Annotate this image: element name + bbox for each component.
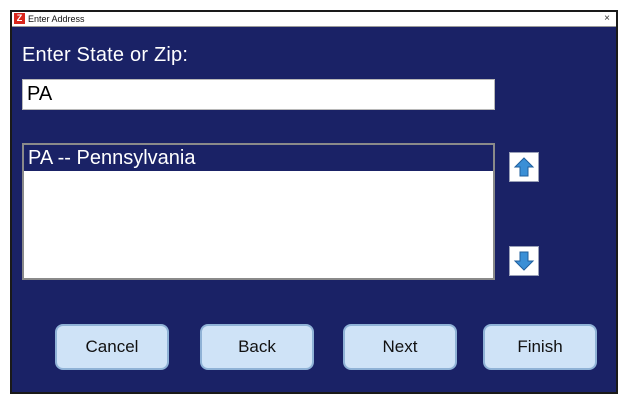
state-zip-prompt: Enter State or Zip: (22, 44, 189, 66)
list-item[interactable]: PA -- Pennsylvania (24, 145, 493, 171)
app-logo-icon: Z (14, 13, 25, 24)
arrow-up-icon (513, 157, 535, 177)
next-button[interactable]: Next (343, 324, 457, 370)
results-listbox[interactable]: PA -- Pennsylvania (22, 143, 495, 280)
back-button[interactable]: Back (200, 324, 314, 370)
cancel-button[interactable]: Cancel (55, 324, 169, 370)
scroll-down-button[interactable] (509, 246, 539, 276)
window-title: Enter Address (28, 14, 85, 24)
arrow-down-icon (513, 251, 535, 271)
finish-button[interactable]: Finish (483, 324, 597, 370)
close-icon[interactable]: × (601, 12, 613, 25)
state-zip-input[interactable] (22, 79, 495, 110)
scroll-up-button[interactable] (509, 152, 539, 182)
title-bar: Z Enter Address × (12, 12, 616, 27)
